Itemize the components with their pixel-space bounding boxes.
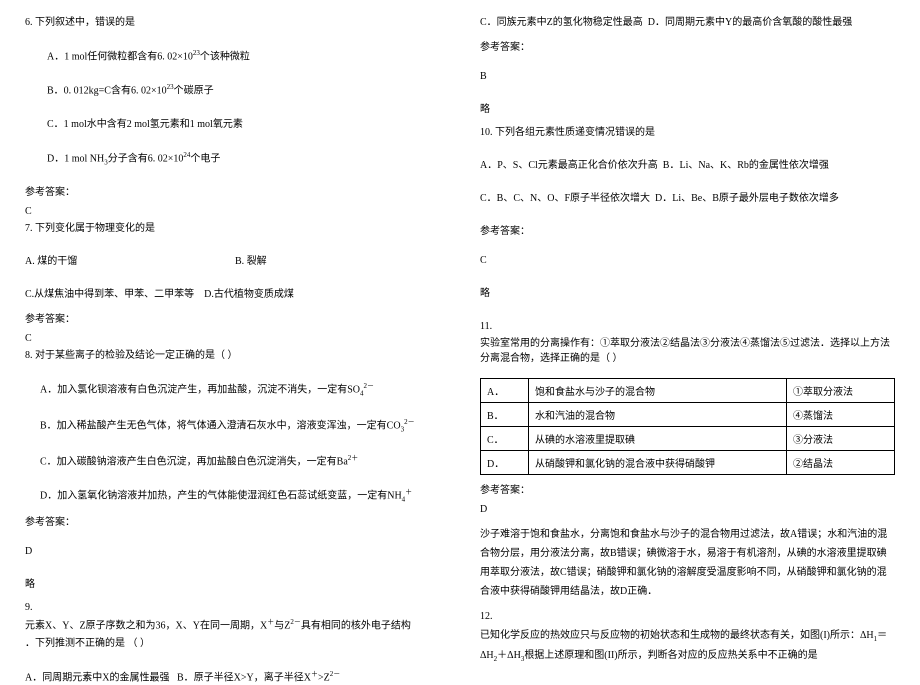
q9-stem1: 元素X、Y、Z原子序数之和为36，X、Y在同一周期，X＋与Z2－具有相同的核外电… xyxy=(25,617,440,633)
q9-stem2: ．下列推测不正确的是 （ ） xyxy=(25,636,440,651)
cell: ①萃取分液法 xyxy=(787,379,895,403)
q7-opts-ab: A. 煤的干馏B. 裂解 xyxy=(25,254,440,269)
q8-opt-d: D．加入氢氧化钠溶液并加热，产生的气体能使湿润红色石蕊试纸变蓝，一定有NH4＋ xyxy=(25,487,440,505)
q10-answer: C xyxy=(480,253,895,268)
cell: ②结晶法 xyxy=(787,451,895,475)
cell: ③分液法 xyxy=(787,427,895,451)
q11-answer: D xyxy=(480,502,895,517)
q9-num: 9. xyxy=(25,600,440,615)
q9-lue: 略 xyxy=(480,102,895,117)
q9-opts-cd: C．同族元素中Z的氢化物稳定性最高 D．同周期元素中Y的最高价含氧酸的酸性最强 xyxy=(480,15,895,30)
q11-num: 11. xyxy=(480,319,895,334)
cell: C． xyxy=(481,427,529,451)
table-row: B． 水和汽油的混合物 ④蒸馏法 xyxy=(481,403,895,427)
cell: 饱和食盐水与沙子的混合物 xyxy=(529,379,787,403)
q12-num: 12. xyxy=(480,609,895,624)
cell: B． xyxy=(481,403,529,427)
q7-answer: C xyxy=(25,331,440,346)
q8-opt-b: B．加入稀盐酸产生无色气体，将气体通入澄清石灰水中，溶液变浑浊，一定有CO32－ xyxy=(25,417,440,435)
q9-opts-ab: A．同周期元素中X的金属性最强 B．原子半径X>Y，离子半径X＋>Z2－ xyxy=(25,669,440,685)
q11-explain: 沙子难溶于饱和食盐水，分离饱和食盐水与沙子的混合物用过滤法，故A错误；水和汽油的… xyxy=(480,525,895,601)
q8-lue: 略 xyxy=(25,577,440,592)
q7-opts-cd: C.从煤焦油中得到苯、甲苯、二甲苯等 D.古代植物变质成煤 xyxy=(25,287,440,302)
q6-stem: 6. 下列叙述中，错误的是 xyxy=(25,15,440,30)
table-row: A． 饱和食盐水与沙子的混合物 ①萃取分液法 xyxy=(481,379,895,403)
q11-table: A． 饱和食盐水与沙子的混合物 ①萃取分液法 B． 水和汽油的混合物 ④蒸馏法 … xyxy=(480,378,895,475)
q10-opts-ab: A．P、S、Cl元素最高正化合价依次升高 B．Li、Na、K、Rb的金属性依次增… xyxy=(480,158,895,173)
q8-opt-c: C．加入碳酸钠溶液产生白色沉淀，再加盐酸白色沉淀消失，一定有Ba2＋ xyxy=(25,453,440,469)
cell: 从碘的水溶液里提取碘 xyxy=(529,427,787,451)
q8-stem: 8. 对于某些离子的检验及结论一定正确的是（ ） xyxy=(25,348,440,363)
q7-stem: 7. 下列变化属于物理变化的是 xyxy=(25,221,440,236)
q11-stem: 实验室常用的分离操作有：①萃取分液法②结晶法③分液法④蒸馏法⑤过滤法．选择以上方… xyxy=(480,336,895,366)
q11-answer-label: 参考答案： xyxy=(480,483,895,498)
q6-answer: C xyxy=(25,204,440,219)
q9-answer-label: 参考答案： xyxy=(480,40,895,55)
q10-stem: 10. 下列各组元素性质递变情况错误的是 xyxy=(480,125,895,140)
q10-answer-label: 参考答案： xyxy=(480,224,895,239)
q8-answer: D xyxy=(25,544,440,559)
q7-answer-label: 参考答案： xyxy=(25,312,440,327)
q9-answer: B xyxy=(480,69,895,84)
cell: 水和汽油的混合物 xyxy=(529,403,787,427)
q12-stem: 已知化学反应的热效应只与反应物的初始状态和生成物的最终状态有关，如图(I)所示：… xyxy=(480,626,895,667)
q6-opt-b: B．0. 012kg=C含有6. 02×1023个碳原子 xyxy=(25,82,440,98)
q8-answer-label: 参考答案： xyxy=(25,515,440,530)
cell: 从硝酸钾和氯化钠的混合液中获得硝酸钾 xyxy=(529,451,787,475)
q6-opt-a: A．1 mol任何微粒都含有6. 02×1023个该种微粒 xyxy=(25,48,440,64)
cell: ④蒸馏法 xyxy=(787,403,895,427)
q6-opt-d: D．1 mol NH3分子含有6. 02×1024个电子 xyxy=(25,150,440,168)
q10-lue: 略 xyxy=(480,286,895,301)
q10-opts-cd: C．B、C、N、O、F原子半径依次增大 D．Li、Be、B原子最外层电子数依次增… xyxy=(480,191,895,206)
q6-answer-label: 参考答案： xyxy=(25,185,440,200)
cell: A． xyxy=(481,379,529,403)
q8-opt-a: A．加入氯化钡溶液有白色沉淀产生，再加盐酸，沉淀不消失，一定有SO42－ xyxy=(25,381,440,399)
q6-opt-c: C．1 mol水中含有2 mol氢元素和1 mol氧元素 xyxy=(25,117,440,132)
table-row: D． 从硝酸钾和氯化钠的混合液中获得硝酸钾 ②结晶法 xyxy=(481,451,895,475)
cell: D． xyxy=(481,451,529,475)
table-row: C． 从碘的水溶液里提取碘 ③分液法 xyxy=(481,427,895,451)
